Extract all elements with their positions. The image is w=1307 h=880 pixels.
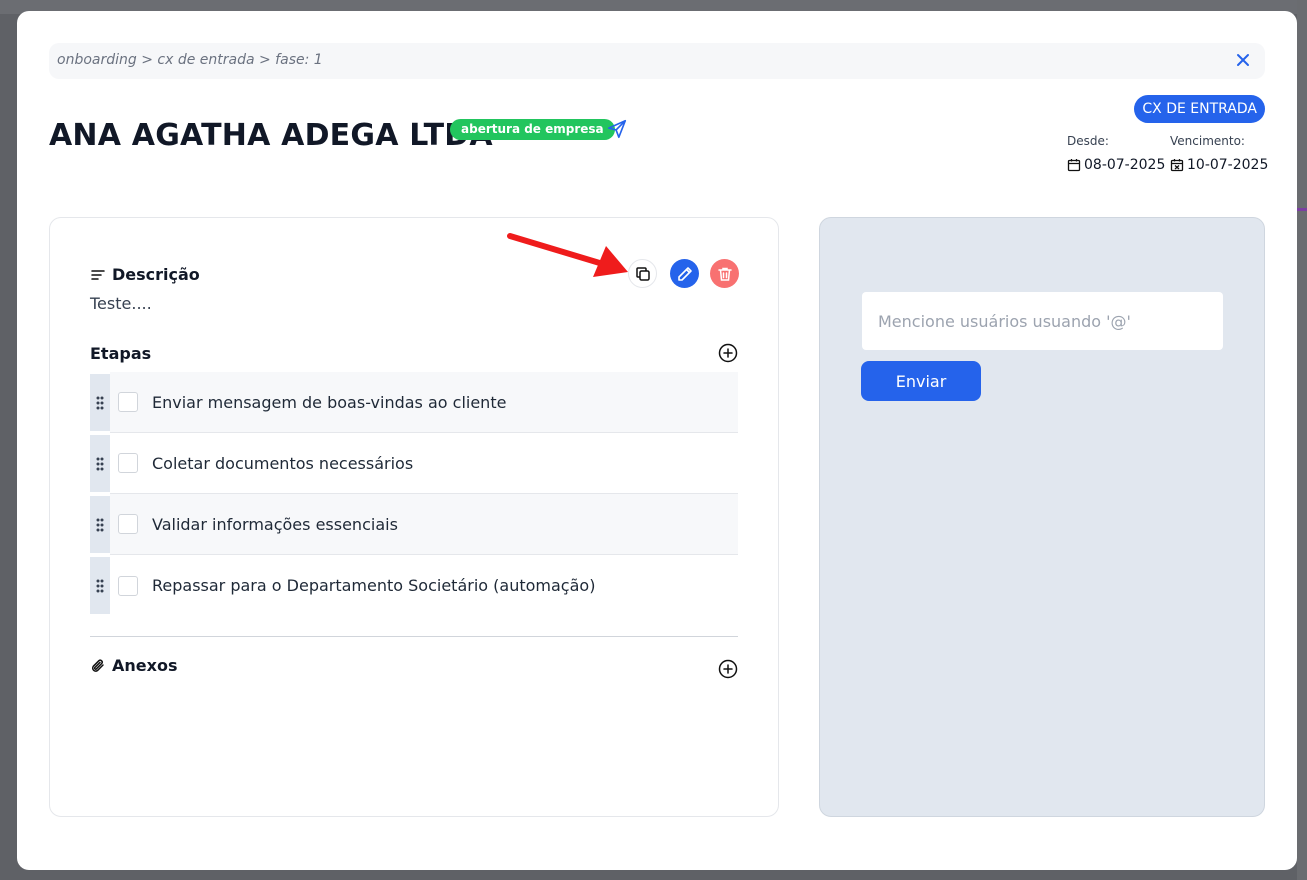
calendar-icon bbox=[1067, 159, 1081, 172]
step-label: Enviar mensagem de boas-vindas ao client… bbox=[152, 392, 507, 412]
edit-button[interactable] bbox=[670, 259, 699, 288]
due-date: Vencimento: 10-07-2025 bbox=[1170, 134, 1268, 173]
due-value: 10-07-2025 bbox=[1187, 157, 1269, 173]
calendar-x-icon bbox=[1170, 159, 1184, 172]
send-icon[interactable] bbox=[606, 118, 628, 140]
send-comment-button[interactable]: Enviar bbox=[861, 361, 981, 401]
trash-icon bbox=[717, 267, 732, 281]
step-label: Repassar para o Departamento Societário … bbox=[152, 576, 596, 595]
attachments-heading: Anexos bbox=[90, 656, 177, 675]
background-page-edge bbox=[1297, 0, 1307, 880]
description-text: Teste.... bbox=[90, 294, 152, 313]
mention-input[interactable] bbox=[862, 292, 1223, 350]
step-checkbox[interactable] bbox=[118, 575, 138, 596]
pencil-icon bbox=[677, 266, 692, 281]
due-label: Vencimento: bbox=[1170, 134, 1245, 148]
steps-heading: Etapas bbox=[90, 344, 152, 363]
steps-list: Enviar mensagem de boas-vindas ao client… bbox=[90, 372, 738, 616]
since-label: Desde: bbox=[1067, 134, 1109, 148]
background-accent bbox=[1297, 208, 1307, 211]
annotation-arrow-icon bbox=[507, 233, 628, 277]
since-date: Desde: 08-07-2025 bbox=[1067, 134, 1165, 173]
stage-badge: CX DE ENTRADA bbox=[1134, 95, 1265, 123]
drag-handle-icon[interactable] bbox=[90, 557, 110, 614]
comments-panel: Enviar bbox=[819, 217, 1265, 817]
step-checkbox[interactable] bbox=[118, 453, 138, 473]
breadcrumb: onboarding > cx de entrada > fase: 1 bbox=[57, 52, 323, 68]
add-step-icon[interactable] bbox=[718, 343, 738, 363]
since-value: 08-07-2025 bbox=[1084, 157, 1166, 173]
breadcrumb-bar: onboarding > cx de entrada > fase: 1 bbox=[49, 43, 1265, 79]
drag-handle-icon[interactable] bbox=[90, 435, 110, 492]
page-title: ANA AGATHA ADEGA LTDA bbox=[49, 118, 493, 153]
step-label: Coletar documentos necessários bbox=[152, 453, 414, 473]
divider bbox=[90, 636, 738, 637]
step-label: Validar informações essenciais bbox=[152, 514, 398, 534]
step-checkbox[interactable] bbox=[118, 514, 138, 534]
delete-button[interactable] bbox=[710, 259, 739, 288]
step-item: Enviar mensagem de boas-vindas ao client… bbox=[90, 372, 738, 433]
description-heading: Descrição bbox=[90, 265, 200, 284]
step-checkbox[interactable] bbox=[118, 392, 138, 412]
step-item: Validar informações essenciais bbox=[90, 494, 738, 555]
task-details-card: Descrição Teste.... Etapas Enviar mensag… bbox=[49, 217, 779, 817]
drag-handle-icon[interactable] bbox=[90, 374, 110, 431]
drag-handle-icon[interactable] bbox=[90, 496, 110, 553]
step-item: Repassar para o Departamento Societário … bbox=[90, 555, 738, 616]
text-align-icon bbox=[91, 269, 105, 280]
step-item: Coletar documentos necessários bbox=[90, 433, 738, 494]
close-icon[interactable] bbox=[1235, 52, 1251, 68]
add-attachment-icon[interactable] bbox=[718, 659, 738, 679]
category-tag: abertura de empresa bbox=[450, 119, 615, 140]
task-modal: onboarding > cx de entrada > fase: 1 ANA… bbox=[17, 11, 1297, 870]
paperclip-icon bbox=[91, 658, 104, 672]
